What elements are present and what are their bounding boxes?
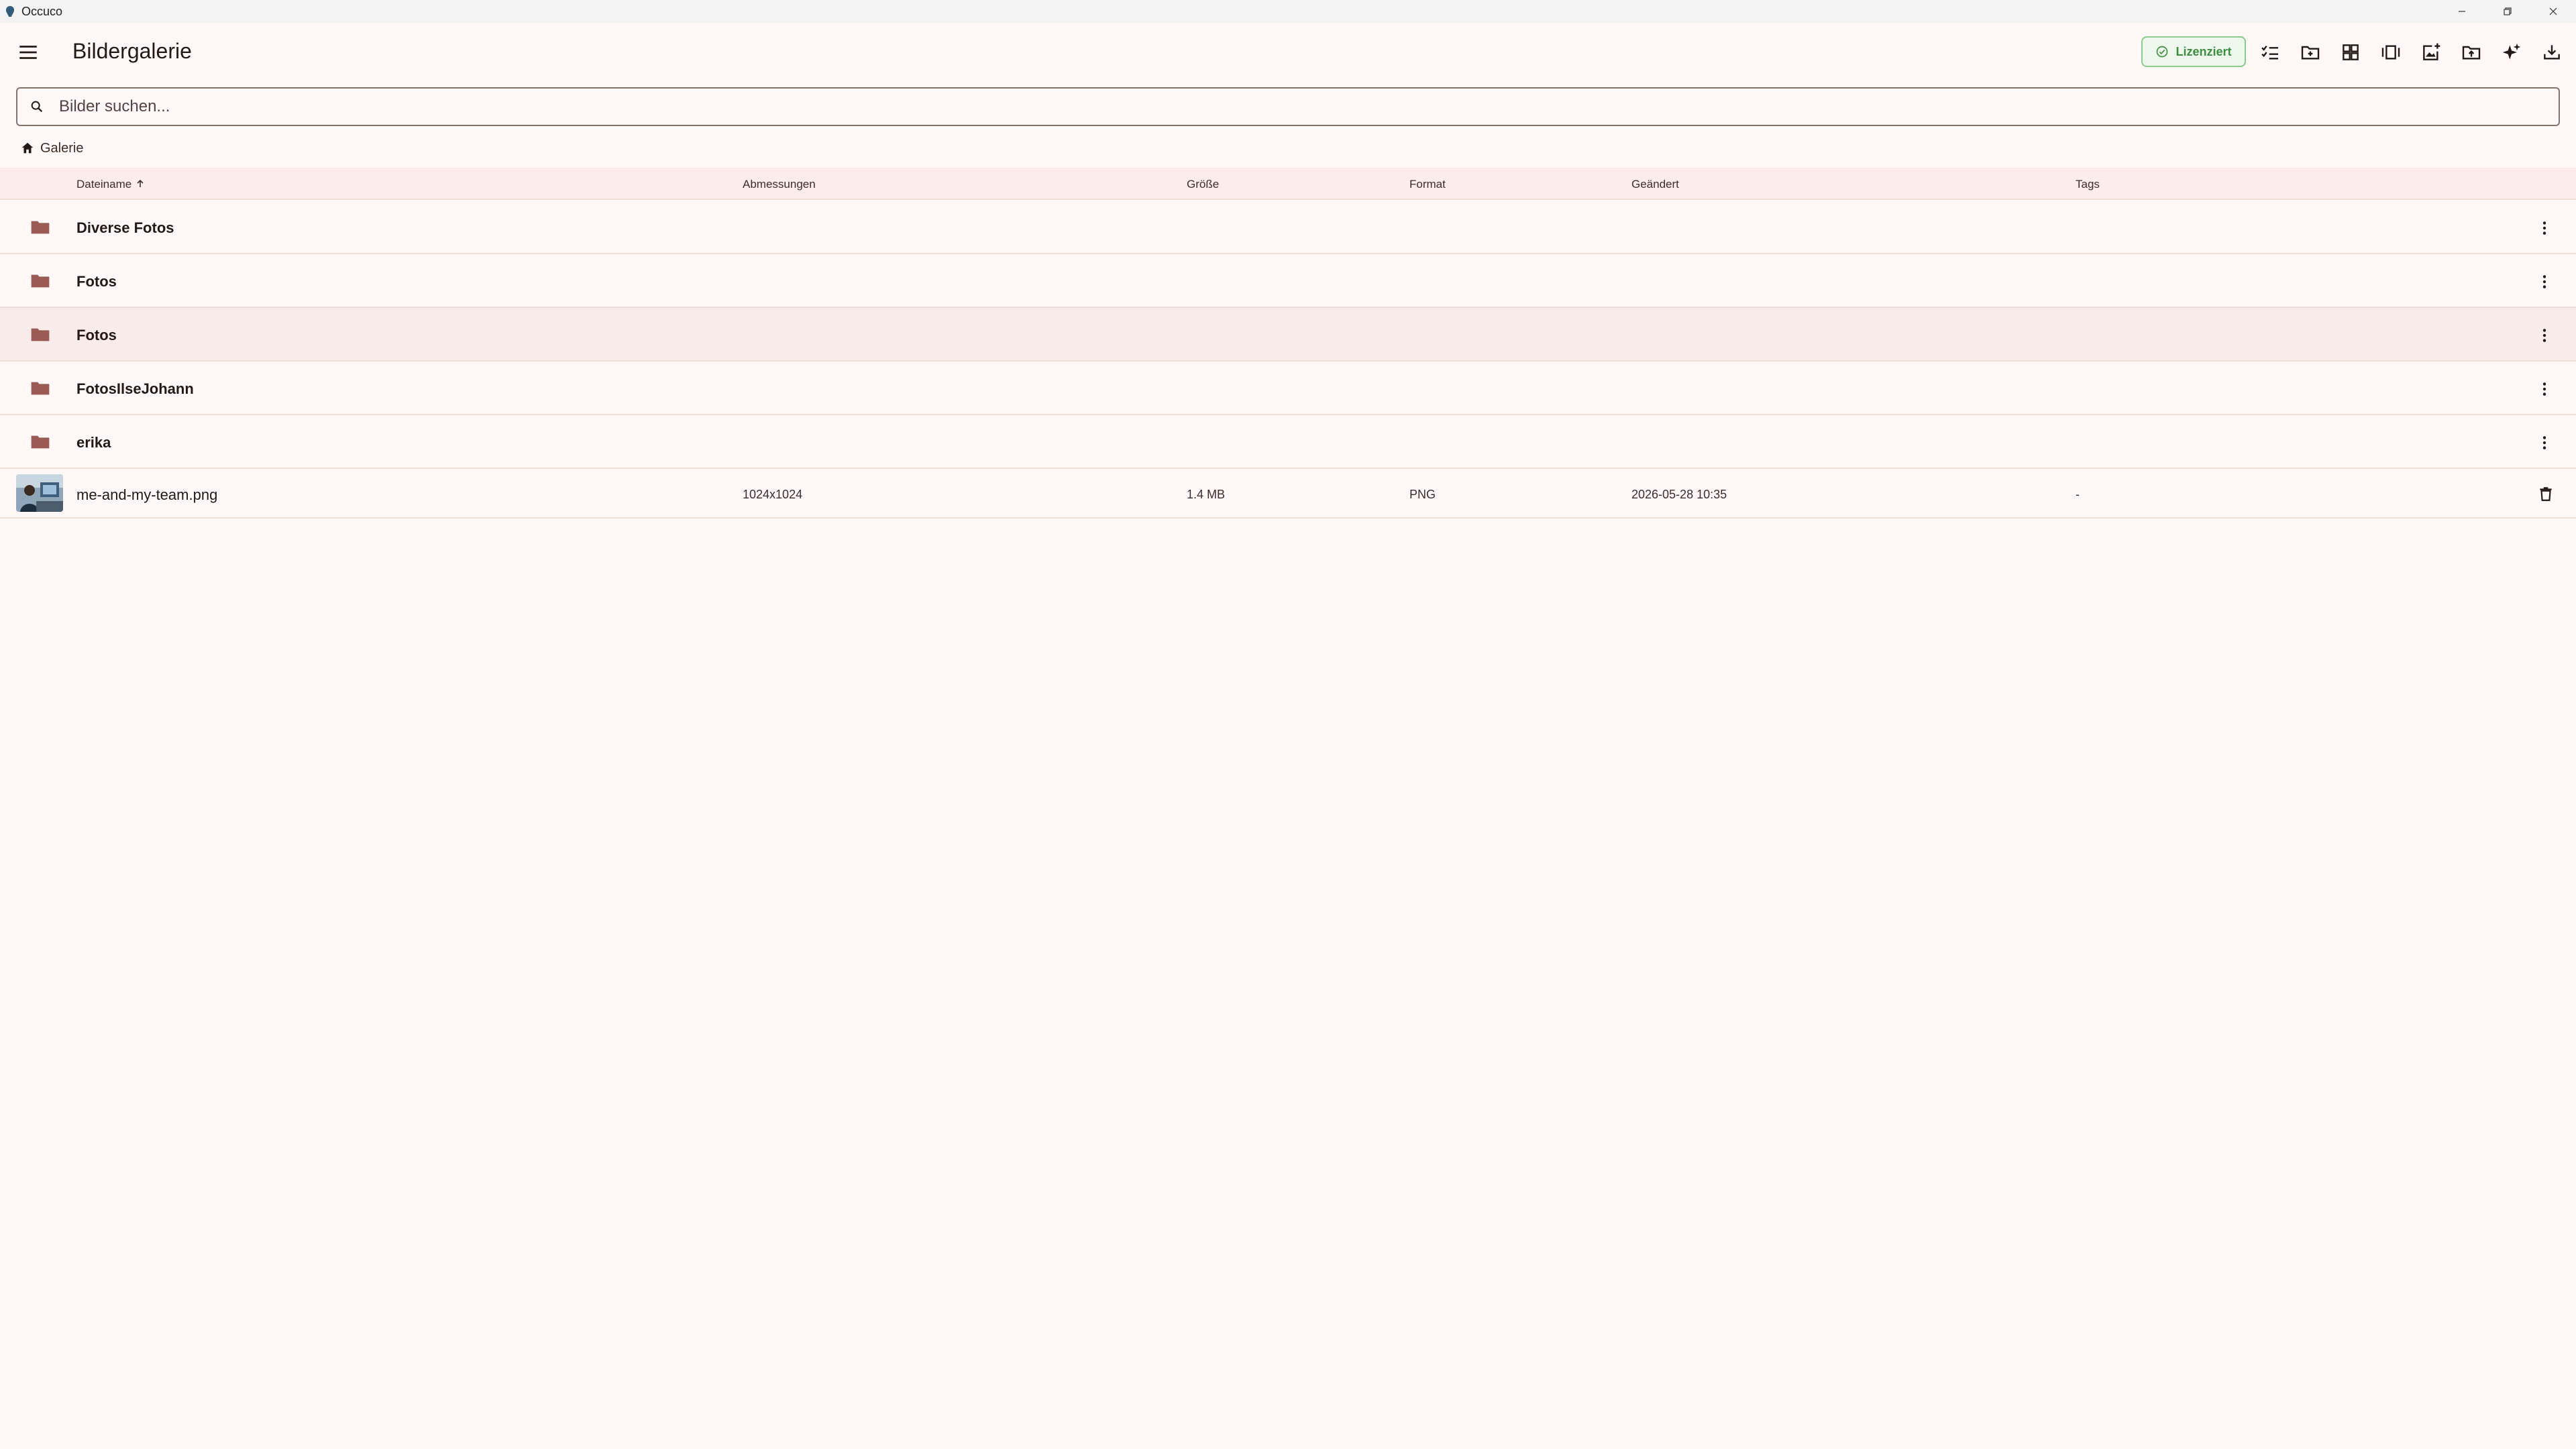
search-input[interactable] — [58, 97, 2559, 117]
new-folder-icon — [2301, 46, 2320, 60]
column-header-format[interactable]: Format — [1409, 178, 1446, 191]
trash-icon — [2540, 487, 2552, 501]
row-more-button[interactable] — [2529, 374, 2560, 405]
toolbar — [2254, 36, 2568, 68]
table-row[interactable]: FotosIlseJohann — [0, 362, 2576, 415]
image-thumbnail — [16, 474, 63, 512]
window-titlebar: Occuco — [0, 0, 2576, 23]
grid-view-icon — [2343, 44, 2359, 60]
file-dimensions: 1024x1024 — [743, 488, 803, 501]
row-more-button[interactable] — [2529, 320, 2560, 351]
close-window-button[interactable] — [2530, 0, 2576, 23]
row-more-button[interactable] — [2529, 427, 2560, 458]
checklist-icon — [2261, 45, 2278, 60]
search-field[interactable] — [16, 87, 2560, 126]
window-title: Occuco — [21, 4, 63, 18]
download-button[interactable] — [2536, 36, 2568, 68]
table-row[interactable]: me-and-my-team.png 1024x1024 1.4 MB PNG … — [0, 469, 2576, 519]
hamburger-menu-icon — [19, 46, 37, 59]
app-logo-icon — [6, 6, 14, 17]
row-more-button[interactable] — [2529, 213, 2560, 244]
column-header-name-label: Dateiname — [76, 178, 132, 191]
menu-button[interactable] — [12, 36, 44, 68]
new-folder-button[interactable] — [2294, 36, 2326, 68]
folder-icon — [31, 435, 50, 449]
minimize-button[interactable] — [2439, 0, 2485, 23]
add-photo-button[interactable] — [2415, 36, 2447, 68]
ai-assistant-button[interactable] — [2496, 36, 2528, 68]
table-row[interactable]: Fotos — [0, 308, 2576, 362]
more-vert-icon — [2542, 382, 2546, 396]
restore-button[interactable] — [2485, 0, 2530, 23]
column-header-tags[interactable]: Tags — [2076, 178, 2100, 191]
folder-icon — [31, 221, 50, 234]
file-modified: 2026-05-28 10:35 — [1631, 488, 1727, 501]
delete-button[interactable] — [2530, 478, 2561, 509]
folder-icon — [31, 382, 50, 395]
more-vert-icon — [2542, 221, 2546, 235]
row-more-button[interactable] — [2529, 266, 2560, 297]
select-mode-button[interactable] — [2254, 36, 2286, 68]
restore-icon — [2504, 7, 2512, 15]
breadcrumb[interactable]: Galerie — [20, 138, 83, 158]
download-icon — [2544, 45, 2560, 60]
file-format: PNG — [1409, 488, 1436, 501]
more-vert-icon — [2542, 329, 2546, 342]
file-tags: - — [2076, 488, 2080, 501]
slideshow-button[interactable] — [2375, 36, 2407, 68]
column-header-modified[interactable]: Geändert — [1631, 178, 1679, 191]
page-title: Bildergalerie — [72, 39, 192, 63]
more-vert-icon — [2542, 436, 2546, 449]
minimize-icon — [2459, 11, 2465, 12]
ai-sparkle-icon — [2502, 43, 2521, 60]
column-header-dimensions[interactable]: Abmessungen — [743, 178, 816, 191]
upload-folder-button[interactable] — [2455, 36, 2487, 68]
folder-name: Fotos — [76, 327, 117, 343]
column-header-size[interactable]: Größe — [1187, 178, 1219, 191]
home-icon — [21, 142, 34, 154]
folder-name: Fotos — [76, 273, 117, 290]
license-label: Lizenziert — [2176, 44, 2232, 58]
table-row[interactable]: Diverse Fotos — [0, 201, 2576, 254]
license-badge[interactable]: Lizenziert — [2141, 36, 2246, 67]
breadcrumb-home-label: Galerie — [40, 140, 84, 156]
search-icon — [31, 101, 43, 113]
table-row[interactable]: erika — [0, 415, 2576, 469]
folder-icon — [31, 274, 50, 288]
slideshow-icon — [2381, 45, 2400, 60]
file-name: me-and-my-team.png — [76, 486, 218, 503]
upload-folder-icon — [2462, 46, 2481, 60]
folder-icon — [31, 328, 50, 341]
app-bar: Bildergalerie Lizenziert — [0, 23, 2576, 80]
window-controls — [2439, 0, 2576, 23]
folder-name: erika — [76, 434, 111, 451]
arrow-up-icon — [137, 179, 144, 187]
folder-name: Diverse Fotos — [76, 219, 174, 236]
file-size: 1.4 MB — [1187, 488, 1226, 501]
table-header: Dateiname Abmessungen Größe Format Geänd… — [0, 168, 2576, 200]
check-circle-icon — [2157, 46, 2168, 58]
table-row[interactable]: Fotos — [0, 254, 2576, 308]
folder-name: FotosIlseJohann — [76, 380, 194, 397]
more-vert-icon — [2542, 275, 2546, 288]
column-header-name[interactable]: Dateiname — [76, 178, 145, 191]
close-icon — [2549, 7, 2557, 15]
add-photo-icon — [2423, 43, 2440, 60]
grid-view-button[interactable] — [2334, 36, 2367, 68]
